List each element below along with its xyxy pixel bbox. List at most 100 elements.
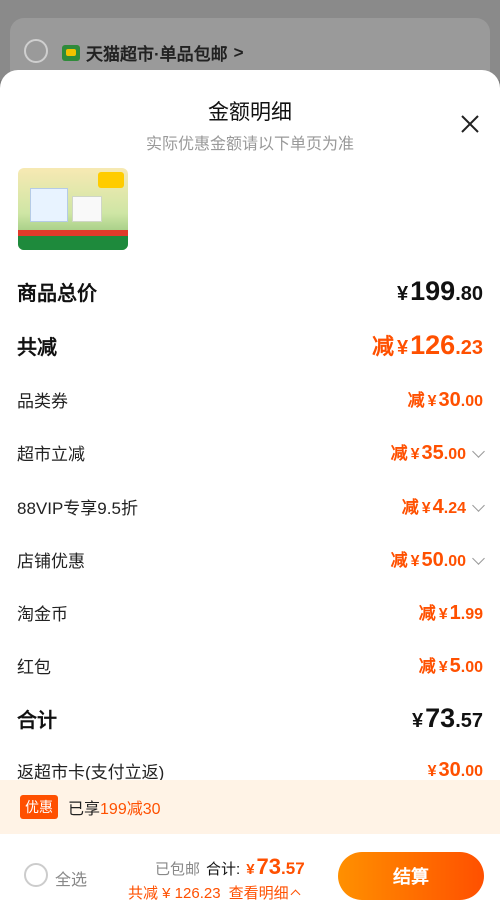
amount-dec: .23 <box>455 337 483 359</box>
amount-int: 73 <box>256 854 282 879</box>
select-all-radio[interactable] <box>24 863 48 887</box>
sheet-title: 金额明细 <box>208 101 292 124</box>
promo-text-prefix: 已享 <box>68 801 101 818</box>
amount-int: 73 <box>425 703 456 733</box>
currency-symbol: ¥ <box>397 337 409 359</box>
thumbnail-package-2 <box>72 196 102 222</box>
amount-int: 50 <box>421 549 444 571</box>
total-reduce-amount: 减 ¥ 126 .23 <box>372 329 483 361</box>
close-icon[interactable] <box>459 113 481 135</box>
store-title[interactable]: 天猫超市·单品包邮 > <box>62 40 244 65</box>
thumbnail-tag <box>98 172 124 188</box>
row-category-coupon: 品类券 减 ¥ 30 .00 <box>17 386 483 412</box>
market-discount-label: 超市立减 <box>17 444 85 464</box>
amount-dec: .00 <box>443 553 466 570</box>
promo-bar: 优惠 已享199减30 <box>0 780 500 834</box>
store-select-radio[interactable] <box>24 39 48 63</box>
chevron-right-icon: > <box>233 42 244 62</box>
checkout-button[interactable]: 结算 <box>338 852 484 900</box>
view-detail-button[interactable]: 查看明细 <box>228 882 301 903</box>
currency-symbol: ¥ <box>421 500 431 517</box>
promo-text: 已享199减30 <box>68 795 161 819</box>
shop-discount-label: 店铺优惠 <box>17 551 85 571</box>
amount-dec: .00 <box>460 659 483 676</box>
footer-total-line: 已包邮 合计: ¥ 73 .57 <box>155 854 305 880</box>
reduce-prefix: 减 <box>418 657 436 676</box>
amount-int: 4 <box>432 496 444 518</box>
row-shop-discount[interactable]: 店铺优惠 减 ¥ 50 .00 <box>17 546 485 572</box>
chevron-down-icon[interactable] <box>472 499 485 512</box>
row-subtotal: 合计 ¥ 73 .57 <box>17 703 483 734</box>
amount-dec: .00 <box>460 763 483 780</box>
row-red-packet: 红包 减 ¥ 5 .00 <box>17 652 483 678</box>
currency-symbol: ¥ <box>438 606 448 623</box>
subtotal-label: 合计 <box>17 710 57 732</box>
red-packet-label: 红包 <box>17 657 51 677</box>
footer-total-amount: ¥ 73 .57 <box>246 854 304 880</box>
amount-dec: .00 <box>460 393 483 410</box>
row-vip-discount[interactable]: 88VIP专享9.5折 减 ¥ 4 .24 <box>17 493 485 519</box>
thumbnail-package <box>30 188 68 222</box>
promo-text-highlight: 199减30 <box>100 801 161 818</box>
amount-int: 5 <box>449 655 461 677</box>
currency-symbol: ¥ <box>412 710 424 732</box>
amount-dec: .00 <box>443 446 466 463</box>
reduce-prefix: 减 <box>418 604 436 623</box>
red-packet-amount: 减 ¥ 5 .00 <box>419 652 483 678</box>
shop-discount-amount: 减 ¥ 50 .00 <box>390 546 485 572</box>
reduce-prefix: 减 <box>390 444 408 463</box>
total-price-amount: ¥ 199 .80 <box>397 276 483 307</box>
currency-symbol: ¥ <box>246 861 255 878</box>
amount-dec: .80 <box>455 283 483 305</box>
chevron-down-icon[interactable] <box>472 552 485 565</box>
amount-int: 30 <box>438 389 461 411</box>
amount-detail-sheet: 金额明细 实际优惠金额请以下单页为准 商品总价 ¥ 199 .80 共减 减 ¥… <box>0 70 500 908</box>
category-coupon-label: 品类券 <box>17 391 68 411</box>
taojinbi-amount: 减 ¥ 1 .99 <box>419 599 483 625</box>
amount-int: 126 <box>410 330 456 360</box>
view-detail-label: 查看明细 <box>228 885 289 902</box>
amount-dec: .57 <box>281 859 305 878</box>
checkout-footer: 全选 已包邮 合计: ¥ 73 .57 共减 ¥ 126.23 查看明细 结算 <box>0 834 500 908</box>
sheet-subtitle: 实际优惠金额请以下单页为准 <box>145 136 354 153</box>
footer-reduce-text: 共减 ¥ 126.23 <box>128 885 221 902</box>
row-taojinbi: 淘金币 减 ¥ 1 .99 <box>17 599 483 625</box>
reduce-prefix: 减 <box>407 391 425 410</box>
total-reduce-label: 共减 <box>17 336 57 359</box>
currency-symbol: ¥ <box>410 553 420 570</box>
total-price-label: 商品总价 <box>17 283 97 305</box>
reduce-prefix: 减 <box>371 334 394 359</box>
row-market-discount[interactable]: 超市立减 减 ¥ 35 .00 <box>17 439 485 465</box>
select-all-label[interactable]: 全选 <box>55 866 87 890</box>
vip-discount-amount: 减 ¥ 4 .24 <box>401 493 485 519</box>
chevron-down-icon[interactable] <box>472 445 485 458</box>
reduce-prefix: 减 <box>390 551 408 570</box>
amount-dec: .99 <box>460 606 483 623</box>
currency-symbol: ¥ <box>427 393 437 410</box>
row-total-price: 商品总价 ¥ 199 .80 <box>17 276 483 307</box>
reduce-prefix: 减 <box>401 498 419 517</box>
footer-reduce-line: 共减 ¥ 126.23 查看明细 <box>128 882 301 903</box>
currency-symbol: ¥ <box>438 659 448 676</box>
product-thumbnail[interactable] <box>18 168 128 250</box>
promo-badge: 优惠 <box>20 795 58 819</box>
taojinbi-label: 淘金币 <box>17 604 68 624</box>
subtotal-amount: ¥ 73 .57 <box>412 703 483 734</box>
thumbnail-green-band <box>18 236 128 250</box>
vip-discount-label: 88VIP专享9.5折 <box>17 498 138 518</box>
currency-symbol: ¥ <box>427 763 437 780</box>
chevron-up-icon <box>290 889 301 900</box>
amount-int: 199 <box>410 276 456 306</box>
category-coupon-amount: 减 ¥ 30 .00 <box>408 386 483 412</box>
store-name: 天猫超市·单品包邮 <box>86 45 228 64</box>
market-discount-amount: 减 ¥ 35 .00 <box>390 439 485 465</box>
amount-int: 1 <box>449 602 461 624</box>
currency-symbol: ¥ <box>410 446 420 463</box>
currency-symbol: ¥ <box>397 283 409 305</box>
amount-dec: .24 <box>443 500 466 517</box>
shipping-text: 已包邮 <box>155 861 201 878</box>
tmall-store-icon <box>62 44 80 61</box>
amount-int: 35 <box>421 442 444 464</box>
amount-dec: .57 <box>455 710 483 732</box>
amount-int: 30 <box>438 759 461 781</box>
